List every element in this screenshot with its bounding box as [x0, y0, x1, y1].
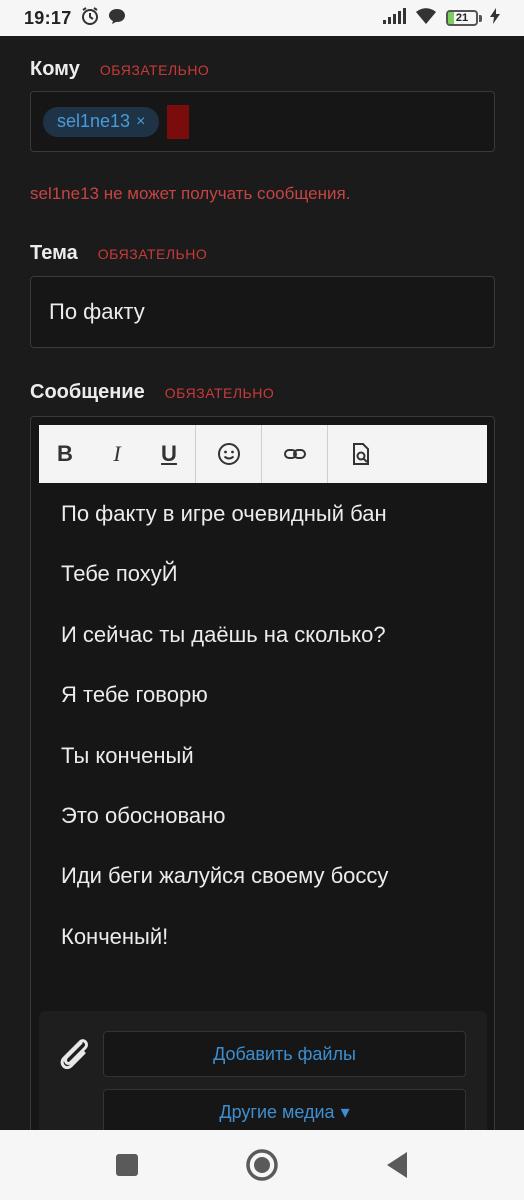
subject-label: Тема	[30, 242, 78, 264]
link-group	[262, 425, 328, 483]
battery-fill	[448, 12, 454, 24]
back-icon[interactable]	[377, 1145, 417, 1185]
message-body[interactable]: По факту в игре очевидный бан Тебе похуЙ…	[61, 501, 481, 986]
to-required-badge: ОБЯЗАТЕЛЬНО	[99, 62, 210, 78]
message-line: Это обосновано	[61, 802, 226, 828]
message-line: Я тебе говорю	[61, 682, 208, 708]
underline-button[interactable]: U	[143, 425, 195, 483]
recipient-name: sel1ne13	[57, 111, 131, 131]
recipients-input[interactable]: sel1ne13 ×	[30, 91, 495, 152]
bold-button[interactable]: B	[39, 425, 91, 483]
compose-form: Кому ОБЯЗАТЕЛЬНО sel1ne13 × sel1ne13 не …	[0, 36, 524, 1130]
alarm-icon	[80, 6, 100, 31]
wifi-icon	[414, 7, 438, 30]
other-media-button[interactable]: Другие медиа ▾	[103, 1089, 466, 1130]
add-files-button[interactable]: Добавить файлы	[103, 1031, 466, 1077]
smiley-icon[interactable]	[196, 425, 261, 483]
battery-level: 21	[455, 12, 469, 24]
navigation-bar	[0, 1130, 524, 1200]
recipient-tag[interactable]: sel1ne13 ×	[43, 106, 160, 137]
chat-notification-icon	[108, 7, 126, 30]
format-group: B I U	[39, 425, 196, 483]
recent-apps-icon[interactable]	[107, 1145, 147, 1185]
message-line: И сейчас ты даёшь на сколько?	[61, 621, 386, 647]
signal-icon	[382, 7, 406, 29]
to-label: Кому	[30, 58, 80, 80]
editor-toolbar: B I U	[39, 425, 487, 483]
message-label-row: Сообщение ОБЯЗАТЕЛЬНО	[30, 381, 274, 404]
preview-group	[328, 425, 393, 483]
subject-required-badge: ОБЯЗАТЕЛЬНО	[97, 246, 208, 262]
text-cursor	[167, 104, 190, 139]
home-icon[interactable]	[242, 1145, 282, 1185]
chevron-down-icon: ▾	[340, 1101, 350, 1122]
recipient-error: sel1ne13 не может получать сообщения.	[30, 184, 351, 203]
message-line: Ты конченый	[61, 742, 194, 768]
status-time: 19:17	[24, 7, 72, 28]
message-line: Конченый!	[61, 923, 169, 949]
subject-input[interactable]: По факту	[30, 276, 495, 348]
other-media-label: Другие медиа	[219, 1101, 335, 1122]
battery-indicator: 21	[446, 10, 482, 26]
status-bar: 19:17 21	[0, 0, 524, 36]
paperclip-icon	[57, 1035, 91, 1076]
preview-icon[interactable]	[328, 425, 393, 483]
emoji-group	[196, 425, 262, 483]
message-line: По факту в игре очевидный бан	[61, 501, 387, 526]
to-label-row: Кому ОБЯЗАТЕЛЬНО	[30, 58, 209, 81]
message-line: Тебе похуЙ	[61, 561, 178, 587]
attachments-panel: Добавить файлы Другие медиа ▾	[39, 1011, 487, 1130]
message-required-badge: ОБЯЗАТЕЛЬНО	[164, 385, 275, 401]
message-editor[interactable]: B I U По факту в игре очевидный бан Тебе…	[30, 416, 495, 1130]
message-line: Иди беги жалуйся своему боссу	[61, 863, 389, 889]
charging-icon	[490, 7, 500, 29]
remove-recipient-icon[interactable]: ×	[136, 113, 145, 131]
italic-button[interactable]: I	[91, 425, 143, 483]
message-label: Сообщение	[30, 381, 145, 403]
subject-label-row: Тема ОБЯЗАТЕЛЬНО	[30, 242, 207, 265]
link-icon[interactable]	[262, 425, 327, 483]
